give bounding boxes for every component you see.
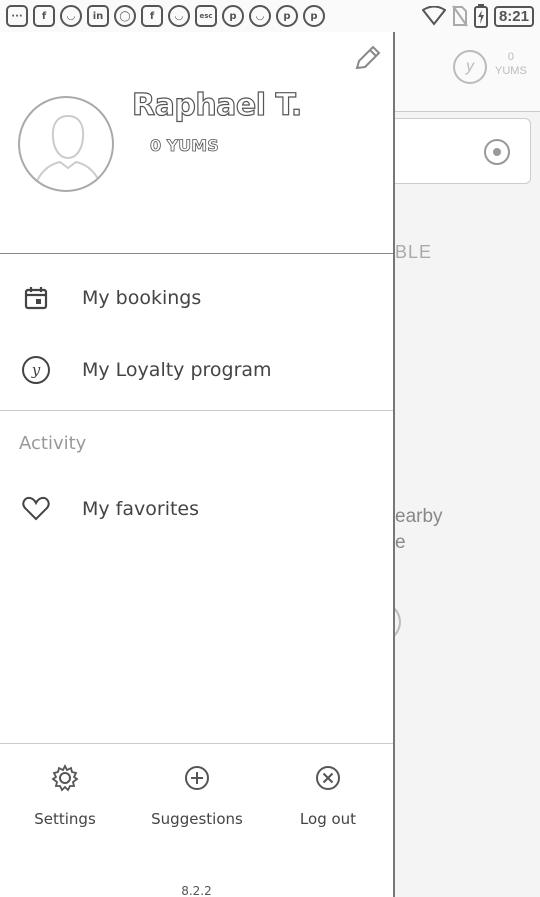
pokemon-icon: ◡ <box>168 5 190 27</box>
settings-button[interactable]: Settings <box>5 764 125 828</box>
menu-item-my-bookings[interactable]: My bookings <box>0 262 393 334</box>
background-text-line1: earby <box>395 506 443 527</box>
close-circle-icon <box>316 766 340 790</box>
app-version: 8.2.2 <box>181 884 212 897</box>
user-yums: 0 YUMS <box>150 136 220 156</box>
gear-icon <box>51 764 79 792</box>
loyalty-y-icon: y <box>20 354 52 386</box>
suggestions-button[interactable]: Suggestions <box>137 764 257 828</box>
battery-icon <box>473 4 488 28</box>
section-label-activity: Activity <box>19 433 87 454</box>
location-target-icon <box>484 139 510 165</box>
pokemon-icon: ◡ <box>249 5 271 27</box>
pinterest-icon: p <box>303 5 325 27</box>
pinterest-icon: p <box>222 5 244 27</box>
facebook-icon: f <box>33 5 55 27</box>
logout-label: Log out <box>299 810 357 828</box>
app-root: ··· f ◡ in ◯ f ◡ esc p ◡ p p 8:21 y 0 YU… <box>0 0 540 897</box>
notification-icons: ··· f ◡ in ◯ f ◡ esc p ◡ p p <box>6 5 325 27</box>
facebook-icon: f <box>141 5 163 27</box>
background-text: earby e <box>395 504 443 556</box>
user-silhouette-icon <box>33 114 103 190</box>
drawer-menu: My bookings y My Loyalty program Activit… <box>0 262 393 545</box>
background-heading: BLE <box>395 242 433 262</box>
status-time: 8:21 <box>493 5 534 27</box>
avatar[interactable] <box>18 96 114 192</box>
esc-icon: esc <box>195 5 217 27</box>
status-bar: ··· f ◡ in ◯ f ◡ esc p ◡ p p 8:21 <box>0 0 540 32</box>
menu-divider <box>0 410 393 411</box>
background-search-bar <box>395 118 531 184</box>
background-toolbar: y 0 YUMS <box>395 32 540 112</box>
pinterest-icon: p <box>276 5 298 27</box>
edit-pencil-icon[interactable] <box>352 44 382 74</box>
menu-item-my-favorites[interactable]: My favorites <box>0 473 393 545</box>
drawer-header: Raphael T. 0 YUMS <box>0 32 393 254</box>
yums-logo-icon: y <box>453 50 487 84</box>
logout-button[interactable]: Log out <box>268 764 388 828</box>
menu-item-my-loyalty-program[interactable]: y My Loyalty program <box>0 334 393 406</box>
menu-label-my-bookings: My bookings <box>82 287 202 309</box>
wifi-icon <box>421 6 446 26</box>
background-yums-count: 0 <box>507 51 514 63</box>
navigation-drawer: Raphael T. 0 YUMS My bookings y My Loyal… <box>0 32 395 897</box>
no-sim-icon <box>452 5 468 27</box>
pokemon-icon: ◡ <box>60 5 82 27</box>
background-text-line2: e <box>395 532 406 553</box>
suggestions-label: Suggestions <box>151 810 243 828</box>
heart-icon <box>20 493 52 525</box>
settings-label: Settings <box>34 810 96 828</box>
calendar-icon <box>20 282 52 314</box>
menu-label-my-loyalty-program: My Loyalty program <box>82 359 272 381</box>
background-yums-counter: 0 YUMS <box>495 50 527 78</box>
svg-text:y: y <box>31 361 41 379</box>
user-name: Raphael T. <box>131 87 303 123</box>
drawer-footer: Settings Suggestions Log out 8.2.2 <box>0 743 393 897</box>
linkedin-icon: in <box>87 5 109 27</box>
plus-circle-icon <box>185 766 209 790</box>
background-yums-label: YUMS <box>495 65 527 77</box>
status-right: 8:21 <box>421 4 534 28</box>
menu-label-my-favorites: My favorites <box>82 498 200 520</box>
background-app: y 0 YUMS BLE earby e <box>377 32 540 897</box>
message-icon: ··· <box>6 5 28 27</box>
whatsapp-icon: ◯ <box>114 5 136 27</box>
